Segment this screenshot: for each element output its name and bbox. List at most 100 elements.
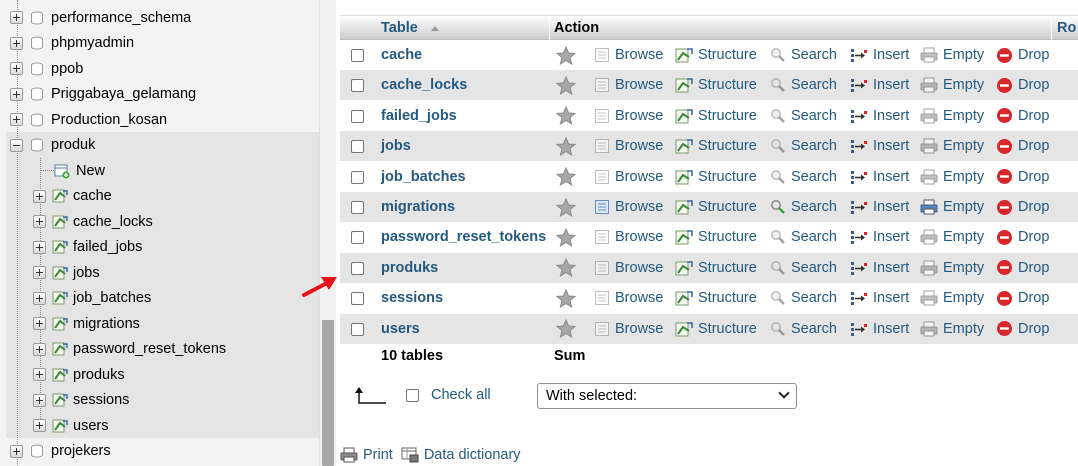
- insert-link[interactable]: Insert: [850, 314, 909, 344]
- nav-table-item[interactable]: users: [33, 413, 108, 438]
- browse-link[interactable]: Browse: [594, 101, 663, 131]
- structure-link[interactable]: Structure: [675, 253, 757, 283]
- table-name-link[interactable]: job_batches: [381, 162, 466, 192]
- browse-link[interactable]: Browse: [594, 283, 663, 313]
- browse-link[interactable]: Browse: [594, 40, 663, 70]
- nav-current-db[interactable]: produk: [10, 133, 95, 158]
- browse-link[interactable]: Browse: [594, 70, 663, 100]
- drop-link[interactable]: Drop: [996, 283, 1049, 313]
- favorite-star-icon[interactable]: [556, 75, 576, 95]
- row-checkbox[interactable]: [351, 140, 364, 154]
- row-checkbox[interactable]: [351, 170, 364, 184]
- favorite-button[interactable]: [556, 283, 581, 313]
- drop-link[interactable]: Drop: [996, 131, 1049, 161]
- structure-link[interactable]: Structure: [675, 162, 757, 192]
- search-link[interactable]: Search: [770, 70, 837, 100]
- insert-link[interactable]: Insert: [850, 283, 909, 313]
- scrollbar-thumb[interactable]: [322, 320, 334, 466]
- browse-link[interactable]: Browse: [594, 192, 663, 222]
- drop-link[interactable]: Drop: [996, 314, 1049, 344]
- nav-table-item[interactable]: jobs: [33, 260, 100, 285]
- browse-link[interactable]: Browse: [594, 131, 663, 161]
- empty-link[interactable]: Empty: [920, 101, 984, 131]
- insert-link[interactable]: Insert: [850, 40, 909, 70]
- empty-link[interactable]: Empty: [920, 70, 984, 100]
- favorite-button[interactable]: [556, 70, 581, 100]
- empty-link[interactable]: Empty: [920, 253, 984, 283]
- favorite-star-icon[interactable]: [556, 106, 576, 126]
- structure-link[interactable]: Structure: [675, 101, 757, 131]
- search-link[interactable]: Search: [770, 253, 837, 283]
- favorite-button[interactable]: [556, 192, 581, 222]
- row-checkbox[interactable]: [351, 79, 364, 93]
- table-name-link[interactable]: cache: [381, 40, 422, 70]
- nav-table-item[interactable]: produks: [33, 362, 125, 387]
- expand-icon[interactable]: [33, 189, 46, 203]
- nav-db-item[interactable]: Production_kosan: [10, 107, 167, 132]
- row-checkbox[interactable]: [351, 292, 364, 306]
- favorite-star-icon[interactable]: [556, 258, 576, 278]
- insert-link[interactable]: Insert: [850, 162, 909, 192]
- insert-link[interactable]: Insert: [850, 222, 909, 252]
- drop-link[interactable]: Drop: [996, 222, 1049, 252]
- check-all-link[interactable]: Check all: [431, 387, 491, 403]
- expand-icon[interactable]: [10, 87, 23, 101]
- search-link[interactable]: Search: [770, 131, 837, 161]
- expand-icon[interactable]: [33, 240, 46, 254]
- expand-icon[interactable]: [33, 393, 46, 407]
- expand-icon[interactable]: [33, 342, 46, 356]
- expand-icon[interactable]: [33, 368, 46, 381]
- search-link[interactable]: Search: [770, 192, 837, 222]
- empty-link[interactable]: Empty: [920, 162, 984, 192]
- favorite-star-icon[interactable]: [556, 45, 576, 65]
- favorite-button[interactable]: [556, 222, 581, 252]
- table-name-link[interactable]: cache_locks: [381, 70, 467, 100]
- favorite-star-icon[interactable]: [556, 136, 576, 156]
- row-checkbox[interactable]: [351, 261, 364, 275]
- nav-db-item[interactable]: performance_schema: [10, 5, 191, 30]
- expand-icon[interactable]: [10, 444, 23, 458]
- structure-link[interactable]: Structure: [675, 314, 757, 344]
- expand-icon[interactable]: [33, 266, 46, 279]
- browse-link[interactable]: Browse: [594, 253, 663, 283]
- browse-link[interactable]: Browse: [594, 314, 663, 344]
- table-name-link[interactable]: migrations: [381, 192, 455, 222]
- favorite-star-icon[interactable]: [556, 227, 576, 247]
- row-checkbox[interactable]: [351, 231, 364, 245]
- drop-link[interactable]: Drop: [996, 253, 1049, 283]
- structure-link[interactable]: Structure: [675, 283, 757, 313]
- structure-link[interactable]: Structure: [675, 70, 757, 100]
- search-link[interactable]: Search: [770, 283, 837, 313]
- table-name-link[interactable]: password_reset_tokens: [381, 222, 546, 252]
- drop-link[interactable]: Drop: [996, 162, 1049, 192]
- favorite-button[interactable]: [556, 314, 581, 344]
- row-checkbox[interactable]: [351, 201, 364, 214]
- favorite-button[interactable]: [556, 101, 581, 131]
- favorite-button[interactable]: [556, 131, 581, 161]
- nav-db-item[interactable]: projekers: [10, 439, 111, 464]
- drop-link[interactable]: Drop: [996, 192, 1049, 222]
- drop-link[interactable]: Drop: [996, 70, 1049, 100]
- nav-new-table[interactable]: New: [54, 158, 105, 183]
- nav-table-item[interactable]: cache: [33, 184, 112, 209]
- browse-link[interactable]: Browse: [594, 162, 663, 192]
- favorite-star-icon[interactable]: [556, 197, 576, 217]
- nav-scrollbar[interactable]: [319, 0, 336, 466]
- nav-table-item[interactable]: job_batches: [33, 286, 151, 311]
- empty-link[interactable]: Empty: [920, 283, 984, 313]
- with-selected-dropdown[interactable]: With selected:: [537, 383, 797, 409]
- drop-link[interactable]: Drop: [996, 40, 1049, 70]
- rows-column-header[interactable]: Ro: [1057, 16, 1076, 40]
- table-name-link[interactable]: produks: [381, 253, 438, 283]
- check-all-checkbox[interactable]: [406, 389, 419, 402]
- expand-icon[interactable]: [33, 291, 46, 305]
- structure-link[interactable]: Structure: [675, 222, 757, 252]
- favorite-button[interactable]: [556, 253, 581, 283]
- browse-link[interactable]: Browse: [594, 222, 663, 252]
- expand-icon[interactable]: [10, 113, 23, 126]
- favorite-star-icon[interactable]: [556, 319, 576, 339]
- row-checkbox[interactable]: [351, 109, 364, 123]
- print-link[interactable]: Print: [340, 447, 393, 463]
- nav-db-item[interactable]: ppob: [10, 56, 83, 81]
- favorite-button[interactable]: [556, 162, 581, 192]
